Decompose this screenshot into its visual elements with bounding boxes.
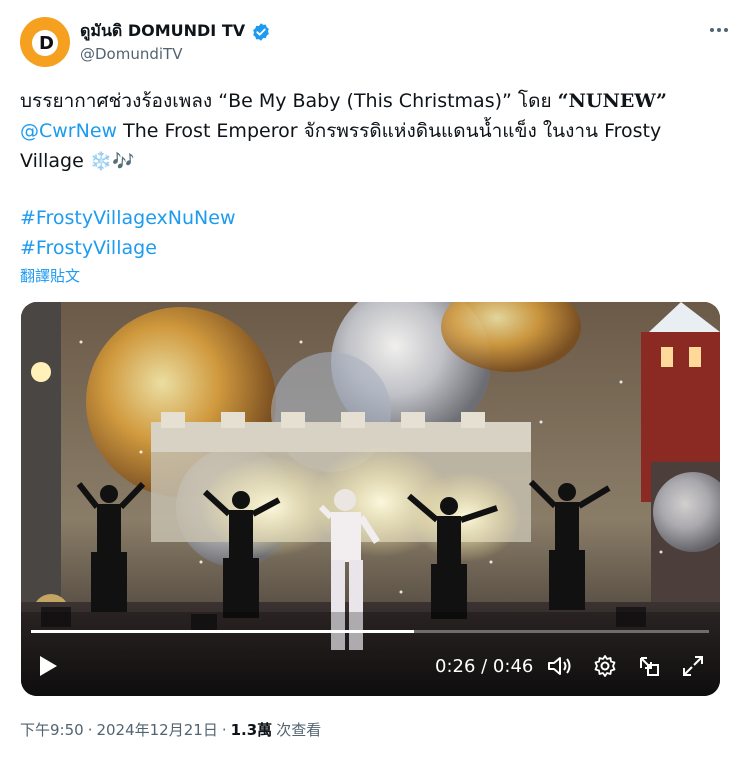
tweet-text-segment: The Frost Emperor จักรพรรดิแห่งดินแดนน้ำ… bbox=[117, 120, 662, 142]
hashtag-link[interactable]: #FrostyVillagexNuNew bbox=[20, 203, 236, 233]
meta-separator: · bbox=[221, 721, 227, 739]
avatar-logo-letter: D bbox=[39, 33, 54, 54]
view-count: 1.3萬 bbox=[230, 721, 273, 739]
snowflake-music-emoji: ❄️🎶 bbox=[89, 151, 135, 172]
author-name-row: ดูมันดิ DOMUNDI TV bbox=[80, 19, 271, 44]
more-options-icon[interactable] bbox=[708, 22, 730, 38]
tweet-text-segment: บรรยากาศช่วงร้องเพลง “Be My Baby (This C… bbox=[20, 90, 558, 112]
post-time-link[interactable]: 下午9:50 bbox=[20, 719, 84, 740]
tweet-line-2: @CwrNew The Frost Emperor จักรพรรดิแห่งด… bbox=[20, 116, 710, 146]
play-icon[interactable] bbox=[37, 654, 59, 678]
tweet-text-segment: Village bbox=[20, 150, 90, 172]
tweet-meta: 下午9:50 · 2024年12月21日 · 1.3萬 次查看 bbox=[20, 719, 321, 740]
tweet-card: D ดูมันดิ DOMUNDI TV @DomundiTV บรรยากาศ… bbox=[0, 0, 752, 758]
video-frame-image bbox=[21, 302, 720, 696]
video-time-display: 0:26 / 0:46 bbox=[435, 656, 534, 677]
view-count-label: 次查看 bbox=[276, 721, 322, 739]
volume-icon[interactable] bbox=[547, 654, 573, 678]
tweet-bold-artist: “NUNEW” bbox=[557, 90, 667, 112]
picture-in-picture-icon[interactable] bbox=[637, 654, 661, 678]
mention-link[interactable]: @CwrNew bbox=[20, 120, 117, 142]
meta-separator: · bbox=[87, 721, 93, 739]
video-player[interactable]: 0:26 / 0:46 bbox=[21, 302, 720, 696]
video-progress-fill bbox=[31, 630, 415, 633]
author-display-name[interactable]: ดูมันดิ DOMUNDI TV bbox=[80, 19, 245, 44]
video-progress-bar[interactable] bbox=[31, 630, 709, 633]
hashtag-list: #FrostyVillagexNuNew #FrostyVillage bbox=[20, 203, 236, 263]
translate-post-link[interactable]: 翻譯貼文 bbox=[20, 265, 80, 286]
post-date-link[interactable]: 2024年12月21日 bbox=[96, 719, 217, 740]
fullscreen-icon[interactable] bbox=[681, 654, 705, 678]
hashtag-link[interactable]: #FrostyVillage bbox=[20, 233, 236, 263]
tweet-line-1: บรรยากาศช่วงร้องเพลง “Be My Baby (This C… bbox=[20, 86, 710, 116]
tweet-line-3: Village ❄️🎶 bbox=[20, 146, 710, 177]
author-handle[interactable]: @DomundiTV bbox=[80, 45, 182, 63]
avatar[interactable]: D bbox=[20, 17, 70, 67]
settings-gear-icon[interactable] bbox=[593, 654, 617, 678]
tweet-text: บรรยากาศช่วงร้องเพลง “Be My Baby (This C… bbox=[20, 86, 710, 177]
verified-badge-icon[interactable] bbox=[251, 22, 271, 42]
